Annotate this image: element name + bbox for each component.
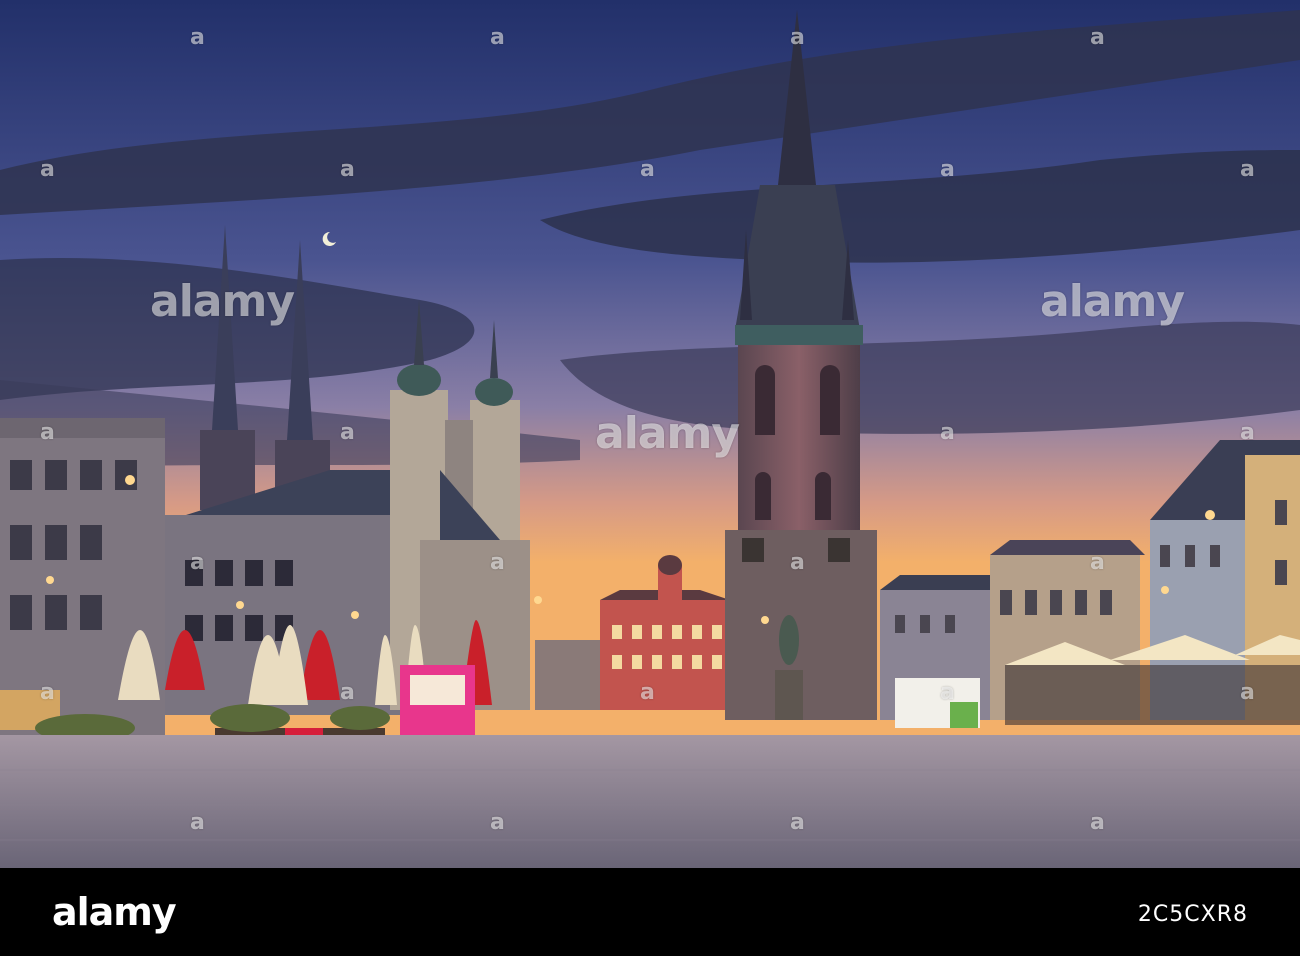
halle-market-square-photo (0, 0, 1300, 868)
footer-bar: alamy 2C5CXR8 (0, 868, 1300, 956)
alamy-logo[interactable]: alamy (52, 890, 177, 934)
image-id: 2C5CXR8 (1137, 902, 1248, 927)
stock-photo: alamy alamy alamy a a a a a a a a a a a … (0, 0, 1300, 956)
